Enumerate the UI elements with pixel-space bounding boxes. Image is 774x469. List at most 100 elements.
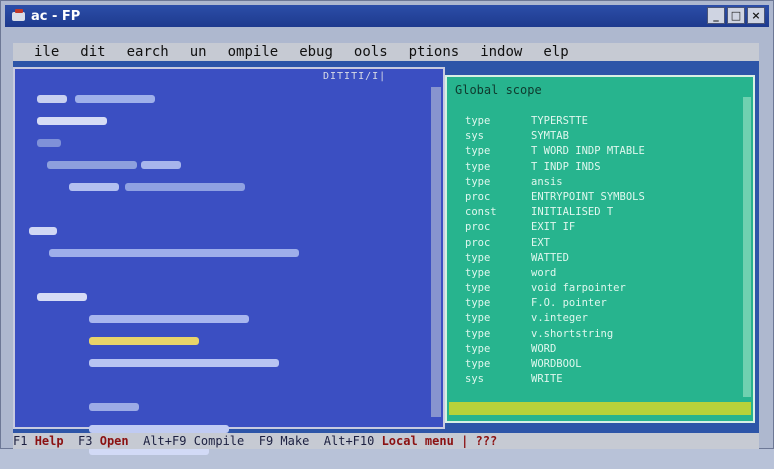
scope-row[interactable]: type F.O. pointer <box>465 297 745 312</box>
scope-row-name: WORDBOOL <box>531 358 582 370</box>
close-button[interactable]: × <box>747 7 765 24</box>
scope-row-name: TYPERSTTE <box>531 115 588 127</box>
menu-options[interactable]: ptions <box>409 44 460 60</box>
code-line <box>29 249 433 257</box>
status-label-help[interactable]: Help <box>35 434 64 448</box>
status-key-open[interactable]: F3 <box>78 434 92 448</box>
scope-row-kind: proc <box>465 236 491 249</box>
menu-window[interactable]: indow <box>480 44 522 60</box>
code-line <box>29 139 433 147</box>
scope-row[interactable]: type v.integer <box>465 312 745 327</box>
menu-debug[interactable]: ebug <box>299 44 333 60</box>
scope-row-kind: sys <box>465 373 484 386</box>
code-line <box>29 183 433 191</box>
scope-row[interactable]: sys WRITE <box>465 373 745 388</box>
scope-row-kind: type <box>465 266 491 279</box>
status-label-open[interactable]: Open <box>100 434 129 448</box>
scope-row-name: ansis <box>531 175 563 188</box>
scope-row[interactable]: proc EXIT IF <box>465 221 745 236</box>
menu-help[interactable]: elp <box>543 44 568 60</box>
scope-row[interactable]: type TYPERSTTE <box>465 115 745 130</box>
scope-row-name: WATTED <box>531 251 569 264</box>
scope-row-kind: type <box>465 282 491 295</box>
scope-row-kind: sys <box>465 130 484 143</box>
scope-row-name: WORD <box>531 342 557 355</box>
scope-row[interactable]: type void farpointer <box>465 282 745 297</box>
status-label-compile[interactable]: Compile <box>194 434 245 448</box>
code-line <box>29 161 433 169</box>
editor-code-area[interactable] <box>29 95 433 469</box>
scope-row-name: T WORD INDP MTABLE <box>531 145 645 158</box>
global-scope-window[interactable]: Global scope type TYPERSTTE sys SYMTAB type T… <box>445 75 755 423</box>
status-key-compile[interactable]: Alt+F9 <box>143 434 186 448</box>
scope-row-kind: type <box>465 160 491 173</box>
app-window: ac - FP _ □ × ile dit earch un ompile eb… <box>0 0 774 455</box>
scope-row-name: word <box>531 266 557 279</box>
menu-compile[interactable]: ompile <box>228 44 279 60</box>
editor-scrollbar[interactable] <box>431 87 441 417</box>
menu-search[interactable]: earch <box>127 44 169 60</box>
scope-row-kind: type <box>465 312 491 325</box>
app-icon <box>11 9 27 23</box>
scope-row[interactable]: type T INDP INDS <box>465 161 745 176</box>
scope-row-kind: type <box>465 175 491 188</box>
code-line <box>29 425 433 433</box>
scope-row-kind: type <box>465 327 491 340</box>
scope-row[interactable]: type WATTED <box>465 252 745 267</box>
status-key-local-menu[interactable]: Alt+F10 <box>324 434 375 448</box>
scope-row[interactable]: proc ENTRYPOINT SYMBOLS <box>465 191 745 206</box>
menu-run[interactable]: un <box>190 44 207 60</box>
scope-row[interactable]: type T WORD INDP MTABLE <box>465 145 745 160</box>
scope-row-kind: type <box>465 115 491 127</box>
scope-row[interactable]: type WORDBOOL <box>465 358 745 373</box>
code-line <box>29 337 433 345</box>
scope-row-name: WRITE <box>531 373 563 386</box>
code-line <box>29 293 433 301</box>
scope-row[interactable]: type v.shortstring <box>465 328 745 343</box>
scope-list: type TYPERSTTE sys SYMTAB type T WORD INDP MT… <box>465 115 745 388</box>
code-line <box>29 315 433 323</box>
scope-row-name: T INDP INDS <box>531 160 601 173</box>
code-line <box>29 95 433 103</box>
status-label-local-menu[interactable]: Local menu <box>382 434 454 448</box>
title-bar[interactable]: ac - FP _ □ × <box>5 5 769 27</box>
scope-row-kind: type <box>465 342 491 355</box>
editor-title: DITITI/I| <box>323 71 387 82</box>
status-label-make[interactable]: Make <box>280 434 309 448</box>
editor-title-bar[interactable]: DITITI/I| <box>15 69 443 85</box>
scope-row-kind: const <box>465 206 497 219</box>
status-key-help[interactable]: F1 <box>13 434 27 448</box>
scope-row[interactable]: type word <box>465 267 745 282</box>
scope-row-name: EXIT IF <box>531 221 576 234</box>
scope-row-name: F.O. pointer <box>531 297 607 310</box>
menu-edit[interactable]: dit <box>80 44 105 60</box>
scope-row-name: EXT <box>531 236 550 249</box>
scope-row-kind: proc <box>465 190 491 203</box>
scope-row[interactable]: const INITIALISED T <box>465 206 745 221</box>
code-line <box>29 359 433 367</box>
menu-tools[interactable]: ools <box>354 44 388 60</box>
editor-window[interactable]: DITITI/I| <box>13 67 445 455</box>
scope-row-kind: type <box>465 251 491 264</box>
code-line <box>29 227 433 235</box>
scope-row-name: ENTRYPOINT SYMBOLS <box>531 190 645 203</box>
scope-title: Global scope <box>455 83 542 97</box>
scope-row-kind: type <box>465 145 491 158</box>
status-tail: | ??? <box>461 434 498 448</box>
scope-row-name: void farpointer <box>531 282 626 295</box>
window-title: ac - FP <box>31 8 81 24</box>
scope-row[interactable]: sys SYMTAB <box>465 130 745 145</box>
scope-row[interactable]: type ansis <box>465 176 745 191</box>
status-key-make[interactable]: F9 <box>259 434 273 448</box>
maximize-button[interactable]: □ <box>727 7 745 24</box>
menu-file[interactable]: ile <box>34 44 59 60</box>
scope-row-name: v.shortstring <box>531 327 614 340</box>
code-line <box>29 403 433 411</box>
scope-row-name: v.integer <box>531 312 588 325</box>
scope-selection-bar[interactable] <box>449 402 751 415</box>
scope-row[interactable]: type WORD <box>465 343 745 358</box>
scope-row[interactable]: proc EXT <box>465 237 745 252</box>
minimize-button[interactable]: _ <box>707 7 725 24</box>
scope-row-kind: type <box>465 297 491 310</box>
